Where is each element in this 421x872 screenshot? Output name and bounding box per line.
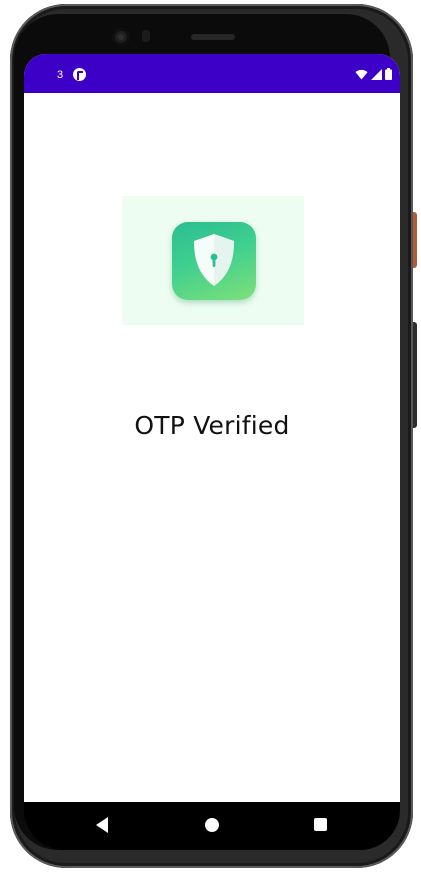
wifi-icon bbox=[355, 69, 368, 79]
volume-button[interactable] bbox=[413, 322, 417, 428]
recents-square-icon[interactable] bbox=[314, 818, 327, 831]
logo-tile bbox=[122, 196, 304, 325]
home-circle-icon[interactable] bbox=[205, 818, 219, 832]
status-time: 3 bbox=[57, 69, 64, 81]
status-icons bbox=[355, 68, 392, 80]
proximity-sensor bbox=[142, 30, 150, 42]
main-content: OTP Verified bbox=[24, 93, 400, 802]
screen: 3 OTP Verified bbox=[24, 54, 400, 802]
shield-lock-icon bbox=[194, 234, 234, 286]
battery-icon bbox=[385, 68, 392, 80]
back-triangle-icon[interactable] bbox=[96, 817, 108, 833]
front-camera bbox=[112, 28, 130, 46]
cellular-signal-icon bbox=[371, 68, 382, 80]
cast-icon bbox=[73, 68, 86, 81]
app-logo bbox=[172, 222, 256, 300]
status-bar: 3 bbox=[24, 54, 400, 93]
page-title: OTP Verified bbox=[134, 411, 290, 440]
power-button[interactable] bbox=[413, 212, 417, 268]
earpiece-speaker bbox=[191, 34, 235, 40]
navigation-bar bbox=[24, 802, 400, 850]
